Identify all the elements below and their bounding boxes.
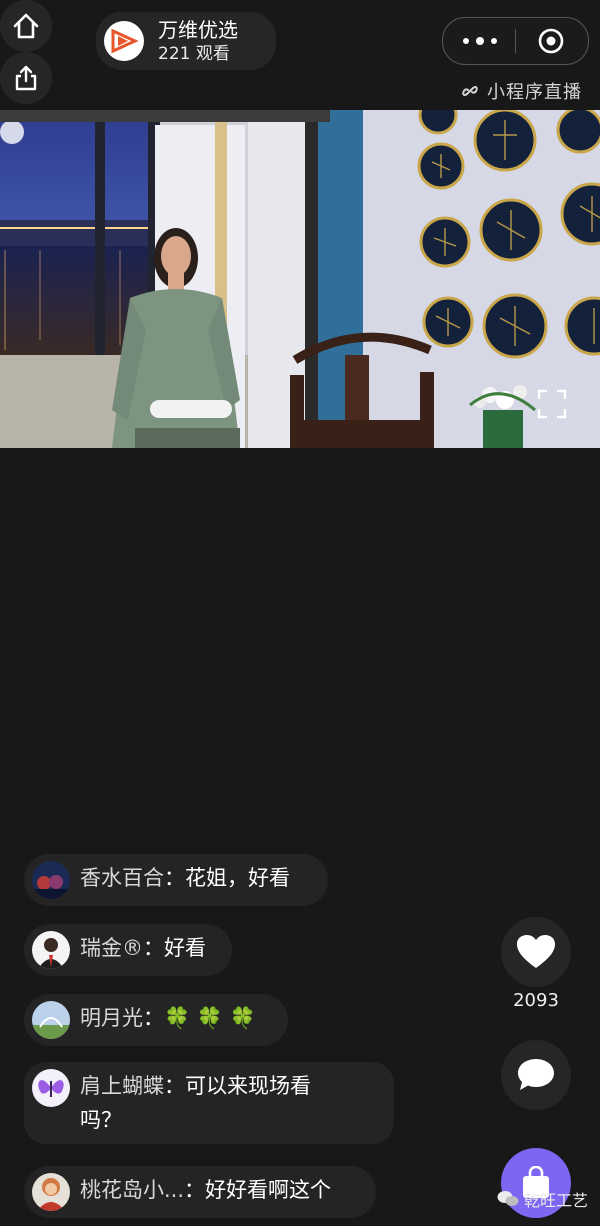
target-icon[interactable]	[537, 27, 565, 55]
comment-message-line2: 吗？	[80, 1108, 122, 1132]
comment-item: 瑞金®：好看	[24, 924, 232, 976]
streamer-avatar	[104, 21, 144, 61]
comment-button[interactable]	[501, 1040, 571, 1110]
streamer-name: 万维优选	[158, 17, 238, 42]
home-icon	[13, 13, 39, 39]
comment-message: 好看	[164, 936, 206, 960]
like-button[interactable]	[501, 917, 571, 987]
avatar	[32, 1069, 70, 1107]
comment-username: 桃花岛小...	[80, 1178, 185, 1202]
comment-separator: ：	[143, 1006, 164, 1030]
comment-item: 明月光：🍀 🍀 🍀	[24, 994, 288, 1046]
comment-item: 桃花岛小...：好好看啊这个	[24, 1166, 376, 1218]
view-count: 221 观看	[158, 43, 230, 64]
comment-message: 🍀 🍀 🍀	[164, 1006, 256, 1030]
comment-username: 瑞金®	[80, 936, 143, 960]
watermark-text: 乾旺工艺	[524, 1191, 589, 1210]
home-button[interactable]	[0, 0, 52, 52]
avatar	[32, 861, 70, 899]
comment-username: 明月光	[80, 1006, 143, 1030]
comment-message: 可以来现场看	[185, 1074, 311, 1098]
comment-item: 肩上蝴蝶：可以来现场看吗？	[24, 1062, 394, 1144]
heart-icon	[517, 935, 555, 968]
share-icon	[15, 65, 37, 91]
live-video[interactable]	[0, 110, 600, 448]
share-button[interactable]	[0, 52, 52, 104]
mini-program-capsule	[442, 17, 589, 65]
comment-message: 好好看啊这个	[205, 1178, 332, 1202]
chat-bubble-icon	[518, 1059, 554, 1090]
play-logo-icon	[111, 28, 139, 54]
link-icon	[462, 86, 478, 96]
fullscreen-icon[interactable]	[536, 388, 568, 420]
video-frame	[0, 110, 600, 448]
watermark: 乾旺工艺	[497, 1187, 588, 1211]
mini-program-tag-label: 小程序直播	[487, 82, 582, 103]
comment-separator: ：	[184, 1178, 206, 1202]
comment-username: 香水百合	[80, 866, 164, 890]
like-count: 2093	[513, 990, 559, 1011]
mini-program-live-tag: 小程序直播	[459, 78, 582, 104]
comment-separator: ：	[164, 866, 185, 890]
avatar	[32, 931, 70, 969]
streamer-info[interactable]: 万维优选 221 观看	[96, 12, 276, 70]
avatar	[32, 1001, 70, 1039]
wechat-icon	[497, 1191, 519, 1206]
comment-username: 肩上蝴蝶	[80, 1074, 164, 1098]
comment-item: 香水百合：花姐，好看	[24, 854, 328, 906]
comment-separator: ：	[143, 936, 164, 960]
more-icon[interactable]	[463, 30, 497, 52]
avatar	[32, 1173, 70, 1211]
comment-separator: ：	[164, 1074, 185, 1098]
comment-message: 花姐，好看	[185, 866, 290, 890]
